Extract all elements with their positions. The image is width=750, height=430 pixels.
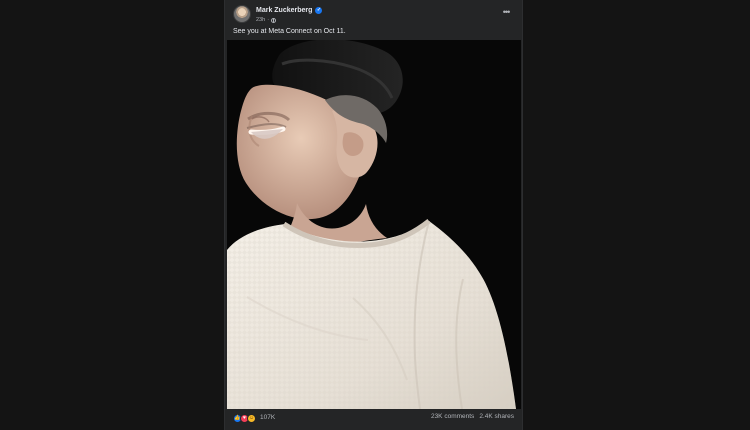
comments-count[interactable]: 23K comments bbox=[431, 413, 474, 421]
verified-icon: ✓ bbox=[315, 7, 323, 14]
reaction-count[interactable]: 107K bbox=[260, 414, 275, 422]
reactions-summary[interactable]: 👍 ♥ ☺ 107K bbox=[233, 412, 275, 424]
post-meta: 23h · bbox=[256, 16, 277, 24]
post-photo[interactable] bbox=[227, 40, 521, 409]
globe-icon bbox=[271, 17, 277, 23]
post-card: Mark Zuckerberg ✓ 23h · ••• See you at M… bbox=[224, 0, 523, 430]
reaction-icons: 👍 ♥ ☺ bbox=[233, 413, 256, 423]
author-name[interactable]: Mark Zuckerberg bbox=[256, 6, 312, 15]
shares-count[interactable]: 2.4K shares bbox=[479, 413, 514, 421]
page: Mark Zuckerberg ✓ 23h · ••• See you at M… bbox=[0, 0, 750, 430]
engagement-stats: 23K comments 2.4K shares bbox=[431, 413, 514, 421]
author-row: Mark Zuckerberg ✓ bbox=[256, 5, 323, 16]
post-time[interactable]: 23h bbox=[256, 17, 265, 24]
more-options-button[interactable]: ••• bbox=[499, 8, 513, 18]
meta-separator: · bbox=[267, 16, 270, 23]
care-icon: ☺ bbox=[247, 413, 256, 423]
photo-illustration bbox=[227, 40, 521, 409]
more-horizontal-icon: ••• bbox=[502, 7, 511, 17]
author-avatar[interactable] bbox=[233, 5, 251, 23]
post-text: See you at Meta Connect on Oct 11. bbox=[233, 28, 346, 35]
post-header: Mark Zuckerberg ✓ 23h · ••• bbox=[225, 0, 522, 30]
